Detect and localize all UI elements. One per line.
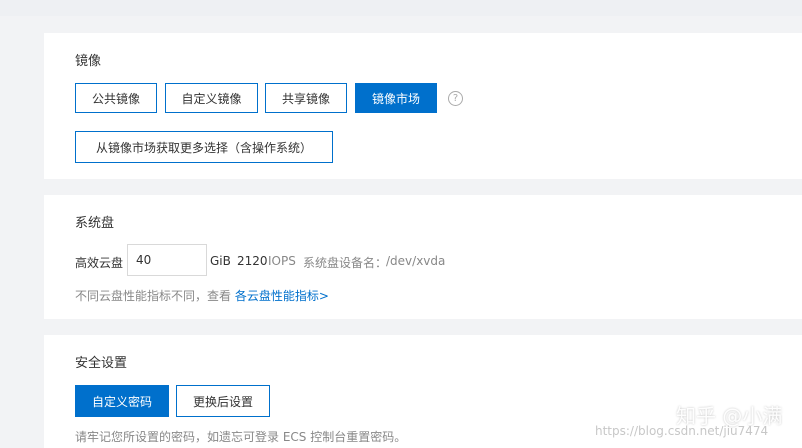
tab-custom-image[interactable]: 自定义镜像 <box>165 83 258 113</box>
disk-unit-label: GiB <box>210 254 231 268</box>
iops-label: IOPS <box>268 254 296 268</box>
security-title: 安全设置 <box>75 356 128 371</box>
disk-hint: 不同云盘性能指标不同，查看 各云盘性能指标> <box>75 287 329 304</box>
help-icon[interactable]: ? <box>448 91 463 106</box>
disk-size-input[interactable] <box>127 244 207 276</box>
image-panel: 镜像 公共镜像 自定义镜像 共享镜像 镜像市场 ? 从镜像市场获取更多选择（含操… <box>44 33 802 179</box>
image-market-button[interactable]: 从镜像市场获取更多选择（含操作系统） <box>75 131 333 163</box>
disk-type-label: 高效云盘 <box>75 256 124 270</box>
custom-password-button[interactable]: 自定义密码 <box>75 385 169 417</box>
device-name-label: 系统盘设备名： <box>303 256 388 270</box>
password-note: 请牢记您所设置的密码，如遗忘可登录 ECS 控制台重置密码。 <box>75 430 407 444</box>
disk-hint-text: 不同云盘性能指标不同，查看 <box>75 289 232 303</box>
disk-performance-link[interactable]: 各云盘性能指标> <box>235 289 329 303</box>
system-disk-title: 系统盘 <box>75 216 115 231</box>
set-later-button[interactable]: 更换后设置 <box>176 385 270 417</box>
top-band <box>0 0 802 16</box>
system-disk-panel: 系统盘 高效云盘 GiB 2120 IOPS 系统盘设备名： /dev/xvda… <box>44 195 802 319</box>
tab-shared-image[interactable]: 共享镜像 <box>265 83 347 113</box>
tab-image-market[interactable]: 镜像市场 <box>355 83 437 113</box>
blog-watermark: https://blog.csdn.net/jiu7474 <box>595 424 769 438</box>
device-name-value: /dev/xvda <box>386 254 446 268</box>
iops-value: 2120 <box>237 254 268 268</box>
image-section-title: 镜像 <box>75 54 102 69</box>
tab-public-image[interactable]: 公共镜像 <box>75 83 157 113</box>
